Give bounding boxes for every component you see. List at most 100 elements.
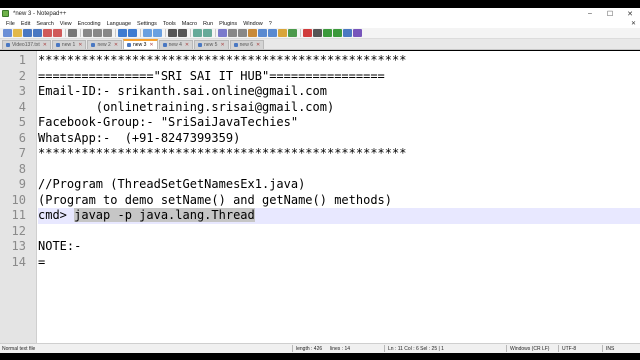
code-line[interactable] — [38, 162, 640, 178]
paste-icon[interactable] — [103, 29, 112, 37]
tab-label: new 4 — [168, 42, 182, 48]
playback-icon[interactable] — [323, 29, 332, 37]
code-line[interactable]: Email-ID:- srikanth.sai.online@gmail.com — [38, 84, 640, 100]
sync-horizontal-icon[interactable] — [203, 29, 212, 37]
code-text: (onlinetraining.srisai@gmail.com) — [38, 99, 335, 114]
menu-encoding[interactable]: Encoding — [75, 21, 104, 27]
code-line[interactable] — [38, 224, 640, 240]
tab-new-3[interactable]: new 3 ✕ — [123, 39, 158, 49]
show-all-chars-icon[interactable] — [228, 29, 237, 37]
record-macro-icon[interactable] — [303, 29, 312, 37]
menu-search[interactable]: Search — [33, 21, 56, 27]
tab-label: new 6 — [239, 42, 253, 48]
editor-area[interactable]: 1 2 3 4 5 6 7 8 9 10 11 12 13 14 ********************… — [0, 51, 640, 343]
close-button[interactable]: ✕ — [620, 8, 640, 19]
code-line[interactable]: ================"SRI SAI IT HUB"========… — [38, 69, 640, 85]
replace-icon[interactable] — [153, 29, 162, 37]
code-text: ================"SRI SAI IT HUB"========… — [38, 68, 385, 83]
menu-plugins[interactable]: Plugins — [216, 21, 240, 27]
menu-language[interactable]: Language — [104, 21, 134, 27]
tab-new-6[interactable]: new 6 ✕ — [229, 40, 265, 49]
save-macro-icon[interactable] — [343, 29, 352, 37]
tab-save-state-icon — [233, 43, 238, 47]
undo-icon[interactable] — [118, 29, 127, 37]
stop-record-icon[interactable] — [313, 29, 322, 37]
tab-close-icon[interactable]: ✕ — [149, 42, 153, 48]
tab-close-icon[interactable]: ✕ — [78, 42, 82, 48]
tab-new-4[interactable]: new 4 ✕ — [158, 40, 194, 49]
doc-map-icon[interactable] — [258, 29, 267, 37]
tab-close-icon[interactable]: ✕ — [114, 42, 118, 48]
save-icon[interactable] — [23, 29, 32, 37]
udl-icon[interactable] — [248, 29, 257, 37]
tab-new-5[interactable]: new 5 ✕ — [194, 40, 229, 49]
tab-close-icon[interactable]: ✕ — [43, 42, 47, 48]
tab-video137-txt[interactable]: Video137.txt ✕ — [2, 40, 51, 49]
tab-new-2[interactable]: new 2 ✕ — [87, 40, 123, 49]
tab-label: new 2 — [97, 42, 111, 48]
notepadpp-app-icon — [2, 10, 9, 17]
copy-icon[interactable] — [93, 29, 102, 37]
status-divider — [602, 345, 603, 352]
document-close-button[interactable]: ✕ — [631, 20, 636, 27]
code-line[interactable]: = — [38, 255, 640, 271]
code-line[interactable]: WhatsApp:- (+91-8247399359) — [38, 131, 640, 147]
toolbar-separator — [300, 29, 301, 37]
zoom-in-icon[interactable] — [168, 29, 177, 37]
print-icon[interactable] — [68, 29, 77, 37]
sync-vertical-icon[interactable] — [193, 29, 202, 37]
menu-window[interactable]: Window — [240, 21, 266, 27]
maximize-button[interactable]: ☐ — [600, 8, 620, 19]
code-line[interactable]: (onlinetraining.srisai@gmail.com) — [38, 100, 640, 116]
word-wrap-icon[interactable] — [218, 29, 227, 37]
code-line[interactable]: cmd> javap -p java.lang.Thread — [38, 208, 640, 224]
status-length: length : 426 — [296, 346, 323, 352]
toolbar-separator — [190, 29, 191, 37]
code-line[interactable]: ****************************************… — [38, 146, 640, 162]
status-file-type: Normal text file — [2, 346, 36, 352]
spell-check-icon[interactable] — [353, 29, 362, 37]
code-line[interactable]: NOTE:- — [38, 239, 640, 255]
code-line[interactable]: //Program (ThreadSetGetNamesEx1.java) — [38, 177, 640, 193]
code-line[interactable]: (Program to demo setName() and getName()… — [38, 193, 640, 209]
menu-view[interactable]: View — [57, 21, 75, 27]
redo-icon[interactable] — [128, 29, 137, 37]
menu-macro[interactable]: Macro — [179, 21, 200, 27]
line-number: 13 — [11, 239, 26, 253]
folder-workspace-icon[interactable] — [278, 29, 287, 37]
code-text: (Program to demo setName() and getName()… — [38, 192, 393, 207]
indent-guide-icon[interactable] — [238, 29, 247, 37]
tab-save-state-icon — [6, 43, 10, 47]
status-encoding[interactable]: UTF-8 — [562, 346, 576, 352]
close-icon[interactable] — [43, 29, 52, 37]
code-text: //Program (ThreadSetGetNamesEx1.java) — [38, 177, 306, 191]
status-insert-mode[interactable]: INS — [606, 346, 614, 352]
code-line[interactable]: Facebook-Group:- "SriSaiJavaTechies" — [38, 115, 640, 131]
zoom-out-icon[interactable] — [178, 29, 187, 37]
minimize-button[interactable]: – — [580, 8, 600, 19]
menu-edit[interactable]: Edit — [18, 21, 33, 27]
status-bar: Normal text file length : 426 lines : 14… — [0, 343, 640, 353]
cut-icon[interactable] — [83, 29, 92, 37]
find-icon[interactable] — [143, 29, 152, 37]
run-macro-multiple-icon[interactable] — [333, 29, 342, 37]
menu-file[interactable]: File — [3, 21, 18, 27]
status-eol[interactable]: Windows (CR LF) — [510, 346, 549, 352]
selected-text: javap -p java.lang.Thread — [74, 208, 255, 222]
menu-tools[interactable]: Tools — [160, 21, 179, 27]
tab-close-icon[interactable]: ✕ — [220, 42, 224, 48]
open-file-icon[interactable] — [13, 29, 22, 37]
menu-help[interactable]: ? — [266, 21, 275, 27]
tab-close-icon[interactable]: ✕ — [185, 42, 189, 48]
menu-run[interactable]: Run — [200, 21, 216, 27]
menu-settings[interactable]: Settings — [134, 21, 160, 27]
new-file-icon[interactable] — [3, 29, 12, 37]
save-all-icon[interactable] — [33, 29, 42, 37]
close-all-icon[interactable] — [53, 29, 62, 37]
code-line[interactable]: ****************************************… — [38, 53, 640, 69]
function-list-icon[interactable] — [268, 29, 277, 37]
tab-save-state-icon — [55, 43, 60, 47]
tab-new-1[interactable]: new 1 ✕ — [51, 40, 87, 49]
monitoring-icon[interactable] — [288, 29, 297, 37]
tab-close-icon[interactable]: ✕ — [256, 42, 260, 48]
